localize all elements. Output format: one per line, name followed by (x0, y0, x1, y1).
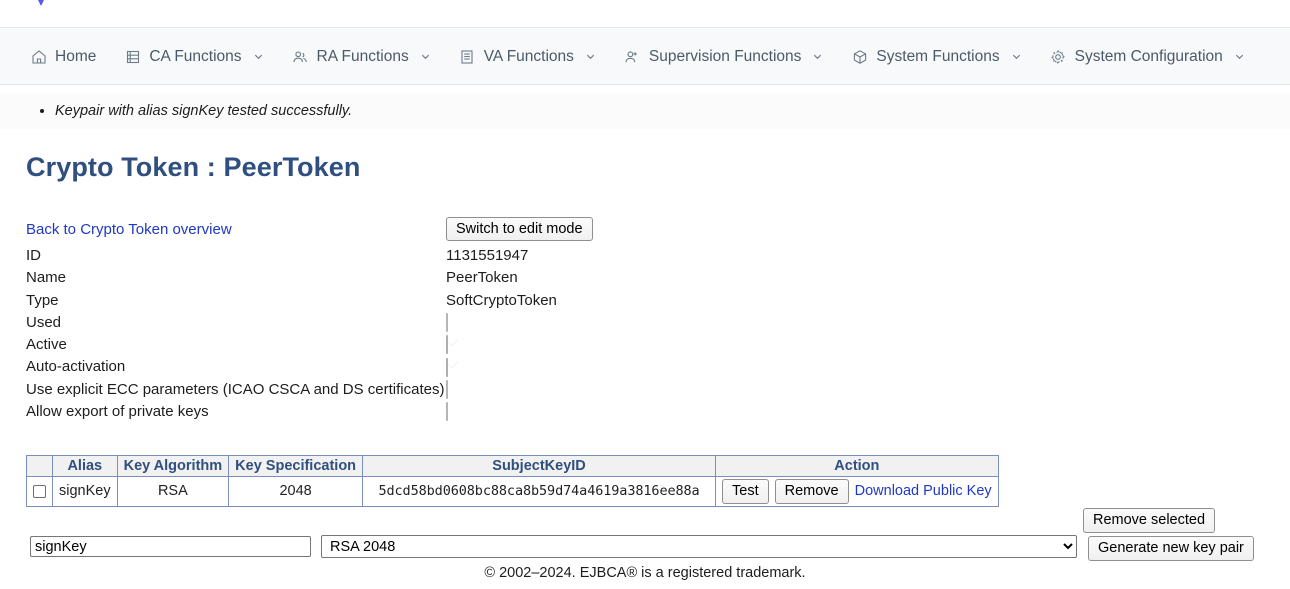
label-explicit-ecc: Use explicit ECC parameters (ICAO CSCA a… (26, 381, 446, 398)
form-row-back: Back to Crypto Token overview Switch to … (26, 218, 1026, 240)
label-id: ID (26, 247, 446, 264)
used-checkbox (446, 313, 448, 332)
test-key-button[interactable]: Test (722, 479, 769, 504)
nav-item-home[interactable]: Home (16, 42, 110, 72)
nav-item-ca-functions-label: CA Functions (149, 48, 241, 66)
back-to-overview-link-cell: Back to Crypto Token overview (26, 221, 446, 238)
cell-subject-key-id: 5dcd58bd0608bc88ca8b59d74a4619a3816ee88a (363, 477, 716, 507)
back-to-crypto-token-overview-link[interactable]: Back to Crypto Token overview (26, 221, 232, 238)
chevron-down-icon (812, 51, 823, 62)
value-active (446, 336, 448, 354)
value-allow-export (446, 403, 448, 421)
form-row-id: ID 1131551947 (26, 244, 1026, 266)
main-navigation: Home CA Functions RA Functions (0, 29, 1290, 85)
label-auto-activation: Auto-activation (26, 358, 446, 375)
label-active: Active (26, 336, 446, 353)
form-row-name: Name PeerToken (26, 267, 1026, 289)
switch-to-edit-mode-button[interactable]: Switch to edit mode (446, 217, 593, 242)
cell-key-algorithm: RSA (117, 477, 229, 507)
active-checkbox (446, 335, 448, 354)
label-type: Type (26, 292, 446, 309)
logo-strip (0, 0, 1290, 28)
crypto-token-detail-form: Back to Crypto Token overview Switch to … (26, 218, 1026, 423)
key-specification-select[interactable]: RSA 2048 (321, 535, 1077, 558)
remove-key-button[interactable]: Remove (775, 479, 849, 504)
explicit-ecc-checkbox (446, 380, 448, 399)
nav-item-system-configuration[interactable]: System Configuration (1036, 42, 1259, 72)
value-auto-activation (446, 358, 448, 376)
generate-new-key-pair-button[interactable]: Generate new key pair (1088, 536, 1254, 561)
document-lines-icon (459, 48, 476, 65)
nav-item-system-functions[interactable]: System Functions (837, 42, 1035, 72)
chevron-down-icon (1234, 51, 1245, 62)
home-icon (30, 48, 47, 65)
label-allow-export: Allow export of private keys (26, 403, 446, 420)
chevron-down-icon (420, 51, 431, 62)
table-header-row: Alias Key Algorithm Key Specification Su… (27, 456, 999, 477)
gear-icon (1050, 48, 1067, 65)
cube-icon (851, 48, 868, 65)
value-explicit-ecc (446, 380, 448, 398)
nav-item-supervision-functions[interactable]: Supervision Functions (610, 42, 838, 72)
server-list-icon (124, 48, 141, 65)
key-pairs-table: Alias Key Algorithm Key Specification Su… (26, 455, 999, 507)
cell-actions: Test Remove Download Public Key (716, 477, 999, 507)
user-plus-icon (624, 48, 641, 65)
table-row: signKey RSA 2048 5dcd58bd0608bc88ca8b59d… (27, 477, 999, 507)
new-key-alias-input[interactable] (30, 536, 311, 557)
chevron-down-icon (585, 51, 596, 62)
value-used (446, 314, 448, 332)
cell-alias: signKey (53, 477, 118, 507)
download-public-key-link[interactable]: Download Public Key (855, 483, 992, 499)
label-used: Used (26, 314, 446, 331)
form-row-active: Active (26, 333, 1026, 355)
value-id: 1131551947 (446, 247, 528, 264)
chevron-down-icon (253, 51, 264, 62)
auto-activation-checkbox (446, 358, 448, 377)
cell-key-specification: 2048 (229, 477, 363, 507)
nav-item-ra-functions-label: RA Functions (317, 48, 409, 66)
form-row-auto-activation: Auto-activation (26, 356, 1026, 378)
remove-selected-button[interactable]: Remove selected (1083, 508, 1215, 533)
header-select (27, 456, 53, 477)
row-select-cell (27, 477, 53, 507)
switch-edit-mode-cell: Switch to edit mode (446, 217, 593, 242)
chevron-down-icon (1011, 51, 1022, 62)
nav-item-supervision-functions-label: Supervision Functions (649, 48, 802, 66)
header-alias: Alias (53, 456, 118, 477)
form-row-explicit-ecc: Use explicit ECC parameters (ICAO CSCA a… (26, 378, 1026, 400)
nav-item-ca-functions[interactable]: CA Functions (110, 42, 277, 72)
nav-item-home-label: Home (55, 48, 96, 66)
value-name: PeerToken (446, 269, 518, 286)
nav-item-system-configuration-label: System Configuration (1075, 48, 1223, 66)
footer-copyright: © 2002–2024. EJBCA® is a registered trad… (0, 565, 1290, 581)
form-row-allow-export: Allow export of private keys (26, 400, 1026, 422)
keyfactor-logo-icon[interactable] (30, 0, 52, 8)
value-type: SoftCryptoToken (446, 292, 557, 309)
allow-export-checkbox (446, 402, 448, 421)
nav-item-ra-functions[interactable]: RA Functions (278, 42, 445, 72)
page-title: Crypto Token : PeerToken (26, 152, 360, 183)
form-row-type: Type SoftCryptoToken (26, 289, 1026, 311)
header-key-algorithm: Key Algorithm (117, 456, 229, 477)
status-message-area: Keypair with alias signKey tested succes… (0, 93, 1290, 129)
nav-item-va-functions-label: VA Functions (484, 48, 574, 66)
users-icon (292, 48, 309, 65)
status-message: Keypair with alias signKey tested succes… (55, 93, 1290, 129)
label-name: Name (26, 269, 446, 286)
form-row-used: Used (26, 311, 1026, 333)
header-key-specification: Key Specification (229, 456, 363, 477)
header-subject-key-id: SubjectKeyID (363, 456, 716, 477)
header-action: Action (716, 456, 999, 477)
nav-item-system-functions-label: System Functions (876, 48, 999, 66)
action-button-group: Test Remove Download Public Key (722, 479, 992, 504)
nav-item-va-functions[interactable]: VA Functions (445, 42, 610, 72)
row-select-checkbox[interactable] (33, 485, 46, 498)
status-message-list: Keypair with alias signKey tested succes… (0, 93, 1290, 129)
